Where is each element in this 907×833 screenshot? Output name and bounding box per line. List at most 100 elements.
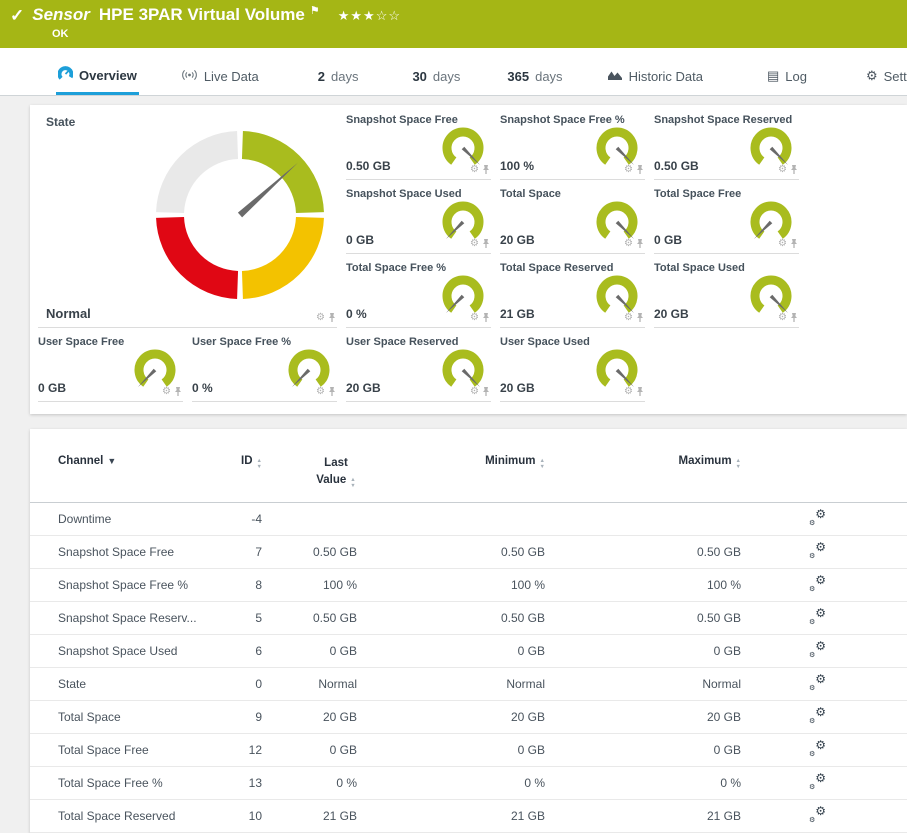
pin-icon[interactable] [481,386,491,397]
tab-live-data[interactable]: Live Data [179,61,261,95]
channel-settings-gears-icon[interactable]: ⚙⚙ [809,807,826,822]
minimum-cell: Normal [357,667,545,700]
channel-settings-gears-icon[interactable]: ⚙⚙ [809,576,826,591]
channel-id-cell: 12 [210,733,262,766]
column-header-settings [741,455,907,502]
minimum-cell: 0 % [357,766,545,799]
gear-icon[interactable]: ⚙ [162,387,171,397]
tab-2-days[interactable]: 2days [316,61,361,95]
overview-grid: State Normal ⚙ Snapshot Space Free [38,112,907,402]
minimum-cell: 0 GB [357,733,545,766]
channel-gauge-panel[interactable]: User Space Used 20 GB ⚙ [500,334,645,402]
channel-id-cell: 6 [210,634,262,667]
column-header-last-value[interactable]: Last Value▲▼ [262,455,357,502]
channel-settings-gears-icon[interactable]: ⚙⚙ [809,708,826,723]
channel-gauge-panel[interactable]: User Space Free % 0 % ⚙ [192,334,337,402]
channel-settings-gears-icon[interactable]: ⚙⚙ [809,675,826,690]
pin-icon[interactable] [481,312,491,323]
channel-id-cell: 13 [210,766,262,799]
tab-30-days[interactable]: 30days [410,61,462,95]
gear-icon[interactable]: ⚙ [470,387,479,397]
gear-icon[interactable]: ⚙ [624,387,633,397]
channel-settings-gears-icon[interactable]: ⚙⚙ [809,774,826,789]
channel-gauge-panel[interactable]: Snapshot Space Used 0 GB ⚙ [346,186,491,254]
column-header-channel[interactable]: Channel▼ [30,455,210,502]
pin-icon[interactable] [481,164,491,175]
last-value-cell: 0 % [262,766,357,799]
channel-settings-gears-icon[interactable]: ⚙⚙ [809,510,826,525]
gear-icon[interactable]: ⚙ [624,313,633,323]
last-value-cell: 20 GB [262,700,357,733]
table-row[interactable]: Total Space Free % 13 0 % 0 % 0 % ⚙⚙ [30,766,907,799]
channel-gauge-panel[interactable]: Total Space Reserved 21 GB ⚙ [500,260,645,328]
sensor-header: ✓ Sensor HPE 3PAR Virtual Volume ⚑ ★★★☆☆… [0,0,907,48]
gear-icon[interactable]: ⚙ [316,387,325,397]
priority-stars[interactable]: ★★★☆☆ [338,8,401,24]
priority-flag-icon[interactable]: ⚑ [310,4,320,17]
tab-overview[interactable]: Overview [56,58,139,95]
pin-icon[interactable] [173,386,183,397]
gear-icon[interactable]: ⚙ [470,165,479,175]
sensor-status-badge: OK [52,28,897,40]
channel-gauge-panel[interactable]: Snapshot Space Free 0.50 GB ⚙ [346,112,491,180]
pin-icon[interactable] [327,312,337,323]
channel-settings-gears-icon[interactable]: ⚙⚙ [809,543,826,558]
column-header-id[interactable]: ID▲▼ [210,455,262,502]
gear-icon[interactable]: ⚙ [470,239,479,249]
gear-icon: ⚙ [866,68,878,84]
pin-icon[interactable] [635,312,645,323]
tab-log[interactable]: ▤ Log [765,60,809,95]
channel-id-cell: 5 [210,601,262,634]
pin-icon[interactable] [789,238,799,249]
channel-gauge-panel[interactable]: Snapshot Space Reserved 0.50 GB ⚙ [654,112,799,180]
channel-gauge-panel[interactable]: Snapshot Space Free % 100 % ⚙ [500,112,645,180]
state-gauge-panel[interactable]: State Normal ⚙ [38,112,337,328]
gauge-icon [58,66,73,84]
channel-name-cell: Total Space Free [30,733,210,766]
table-row[interactable]: State 0 Normal Normal Normal ⚙⚙ [30,667,907,700]
channel-gauge-panel[interactable]: User Space Reserved 20 GB ⚙ [346,334,491,402]
channel-settings-gears-icon[interactable]: ⚙⚙ [809,642,826,657]
gear-icon[interactable]: ⚙ [778,313,787,323]
pin-icon[interactable] [635,238,645,249]
table-row[interactable]: Snapshot Space Reserv... 5 0.50 GB 0.50 … [30,601,907,634]
tab-settings[interactable]: ⚙ Settings [864,60,907,95]
channel-gauge-panel[interactable]: Total Space Used 20 GB ⚙ [654,260,799,328]
channels-panel: Channel▼ ID▲▼ Last Value▲▼ Minimum▲▼ Max… [30,429,907,833]
chart-icon [607,69,623,84]
gear-icon[interactable]: ⚙ [778,239,787,249]
table-row[interactable]: Snapshot Space Free % 8 100 % 100 % 100 … [30,568,907,601]
table-row[interactable]: Total Space Reserved 10 21 GB 21 GB 21 G… [30,799,907,832]
channel-gauge-panel[interactable]: User Space Free 0 GB ⚙ [38,334,183,402]
status-ok-check-icon: ✓ [10,6,24,26]
maximum-cell: 0.50 GB [545,535,741,568]
channel-gauge-panel[interactable]: Total Space 20 GB ⚙ [500,186,645,254]
gauge-value: 0 GB [654,233,682,247]
column-header-maximum[interactable]: Maximum▲▼ [545,455,741,502]
channel-gauge-panel[interactable]: Total Space Free % 0 % ⚙ [346,260,491,328]
channel-gauge-panel[interactable]: Total Space Free 0 GB ⚙ [654,186,799,254]
channel-settings-gears-icon[interactable]: ⚙⚙ [809,609,826,624]
pin-icon[interactable] [327,386,337,397]
channel-settings-gears-icon[interactable]: ⚙⚙ [809,741,826,756]
table-row[interactable]: Total Space Free 12 0 GB 0 GB 0 GB ⚙⚙ [30,733,907,766]
table-row[interactable]: Downtime -4 ⚙⚙ [30,502,907,535]
gear-icon[interactable]: ⚙ [316,313,325,323]
last-value-cell: Normal [262,667,357,700]
table-row[interactable]: Snapshot Space Used 6 0 GB 0 GB 0 GB ⚙⚙ [30,634,907,667]
table-row[interactable]: Total Space 9 20 GB 20 GB 20 GB ⚙⚙ [30,700,907,733]
gear-icon[interactable]: ⚙ [470,313,479,323]
pin-icon[interactable] [635,386,645,397]
pin-icon[interactable] [789,312,799,323]
gear-icon[interactable]: ⚙ [778,165,787,175]
pin-icon[interactable] [481,238,491,249]
gear-icon[interactable]: ⚙ [624,239,633,249]
tab-365-days[interactable]: 365days [505,61,564,95]
tab-historic-data[interactable]: Historic Data [605,61,705,95]
pin-icon[interactable] [635,164,645,175]
table-row[interactable]: Snapshot Space Free 7 0.50 GB 0.50 GB 0.… [30,535,907,568]
pin-icon[interactable] [789,164,799,175]
column-header-minimum[interactable]: Minimum▲▼ [357,455,545,502]
state-donut-gauge [155,130,325,300]
gear-icon[interactable]: ⚙ [624,165,633,175]
